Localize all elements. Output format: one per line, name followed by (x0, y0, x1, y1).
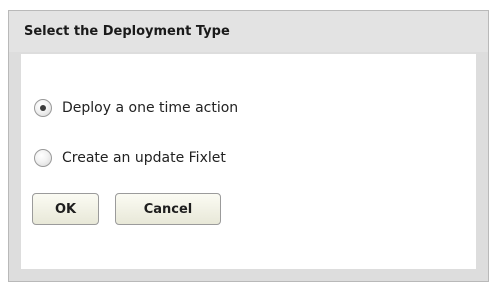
option-update-fixlet[interactable]: Create an update Fixlet (34, 147, 226, 169)
deployment-type-dialog: Select the Deployment Type (8, 10, 489, 282)
cancel-button[interactable]: Cancel (115, 193, 221, 225)
radio-button-checked[interactable] (34, 99, 52, 117)
option-label-one-time-action[interactable]: Deploy a one time action (62, 100, 238, 116)
dialog-title: Select the Deployment Type (24, 24, 230, 39)
ok-button[interactable]: OK (32, 193, 99, 225)
radio-button-unchecked[interactable] (34, 149, 52, 167)
radio-selected-dot (40, 105, 46, 111)
option-one-time-action[interactable]: Deploy a one time action (34, 97, 238, 119)
option-label-update-fixlet[interactable]: Create an update Fixlet (62, 150, 226, 166)
dialog-header: Select the Deployment Type (9, 11, 488, 52)
